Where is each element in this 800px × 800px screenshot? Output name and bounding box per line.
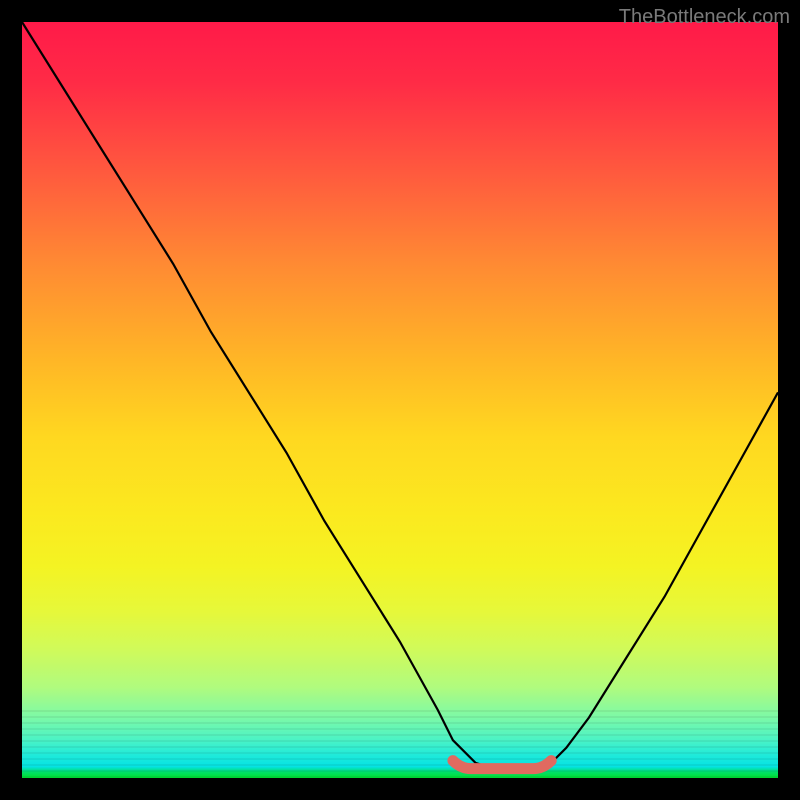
chart-svg (22, 22, 778, 778)
chart-plot-area (22, 22, 778, 778)
curve-line (22, 22, 778, 770)
valley-marker (453, 761, 551, 769)
watermark-text: TheBottleneck.com (619, 6, 790, 29)
